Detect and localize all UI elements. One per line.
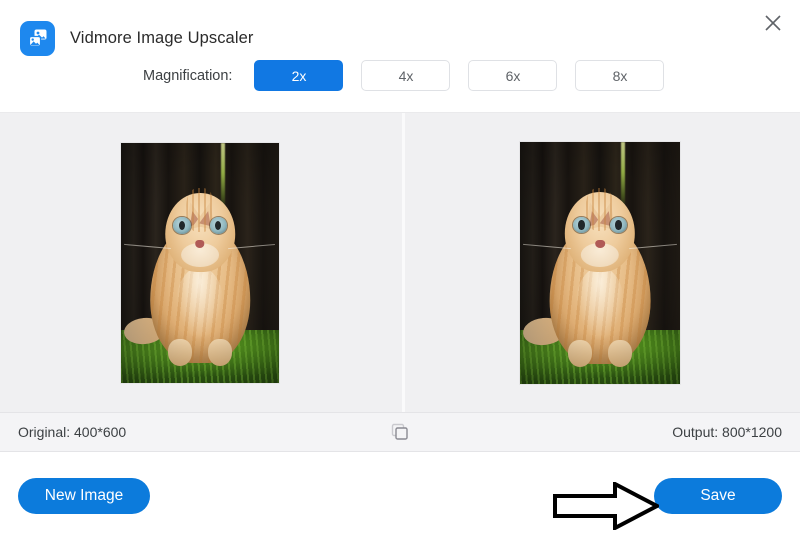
status-bar: Original: 400*600 Output: 800*1200 [0, 412, 800, 452]
magnification-option-6x[interactable]: 6x [468, 60, 557, 91]
original-image-preview[interactable] [0, 113, 400, 412]
original-size-label: Original: 400*600 [18, 424, 126, 440]
magnification-row: Magnification: 2x 4x 6x 8x [0, 60, 800, 91]
save-button[interactable]: Save [654, 478, 782, 514]
close-icon[interactable] [756, 6, 790, 40]
compare-overlap-icon[interactable] [389, 421, 411, 443]
footer: New Image Save [0, 452, 800, 539]
magnification-option-2x[interactable]: 2x [254, 60, 343, 91]
magnification-option-4x[interactable]: 4x [361, 60, 450, 91]
output-size-label: Output: 800*1200 [672, 424, 782, 440]
header: Vidmore Image Upscaler Magnification: 2x… [0, 0, 800, 112]
preview-area [0, 112, 800, 412]
magnification-option-8x[interactable]: 8x [575, 60, 664, 91]
image-upscaler-icon [20, 21, 55, 56]
upscaled-image-preview[interactable] [400, 113, 800, 412]
window-title: Vidmore Image Upscaler [70, 29, 253, 48]
titlebar: Vidmore Image Upscaler [0, 0, 800, 56]
upscaled-kitten-photo [520, 142, 680, 384]
magnification-label: Magnification: [143, 68, 232, 84]
new-image-button[interactable]: New Image [18, 478, 150, 514]
image-upscaler-window: Vidmore Image Upscaler Magnification: 2x… [0, 0, 800, 539]
original-kitten-photo [121, 143, 279, 383]
